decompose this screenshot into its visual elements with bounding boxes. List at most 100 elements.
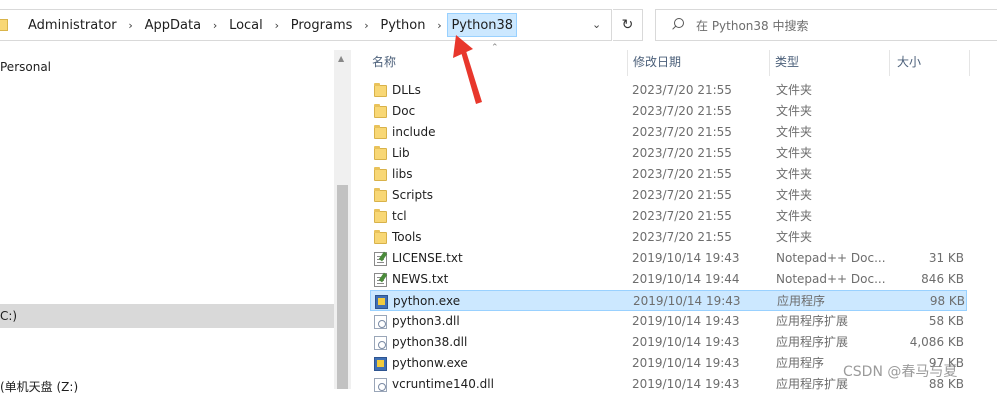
folder-icon [374,83,387,97]
file-size: 4,086 KB [909,335,964,349]
file-type: 应用程序扩展 [776,335,849,349]
file-name: python38.dll [392,335,468,349]
refresh-button[interactable]: ↻ [613,9,643,41]
column-divider[interactable] [969,50,970,76]
dll-icon [374,378,387,392]
search-placeholder[interactable]: 在 Python38 中搜索 [696,17,809,34]
file-row[interactable]: NEWS.txt 2019/10/14 19:44 Notepad++ Doc...… [370,269,967,290]
chevron-down-icon[interactable]: ⌄ [592,18,601,31]
chevron-right-icon[interactable]: › [207,19,223,32]
file-type: 应用程序 [777,294,826,308]
file-row[interactable]: DLLs 2023/7/20 21:55 文件夹 [370,80,967,101]
chevron-right-icon[interactable]: › [269,19,285,32]
breadcrumb-administrator[interactable]: Administrator [22,18,123,33]
file-type: 文件夹 [776,83,813,97]
file-name: python.exe [393,294,461,308]
file-type: 应用程序扩展 [776,377,849,391]
file-name: python3.dll [392,314,460,328]
file-date: 2023/7/20 21:55 [632,209,732,223]
file-row[interactable]: Lib 2023/7/20 21:55 文件夹 [370,143,967,164]
file-date: 2019/10/14 19:43 [632,377,740,391]
folder-icon [0,19,8,31]
file-size: 98 KB [929,294,965,308]
file-name: LICENSE.txt [392,251,463,265]
file-type: 文件夹 [776,146,813,160]
file-row[interactable]: python3.dll 2019/10/14 19:43 应用程序扩展 58 KB [370,311,967,332]
column-header-name[interactable]: 名称 [372,50,396,76]
file-name: pythonw.exe [392,356,468,370]
breadcrumb-python[interactable]: Python [374,18,431,33]
file-type: Notepad++ Doc... [776,251,886,265]
file-row[interactable]: python38.dll 2019/10/14 19:43 应用程序扩展 4,086 … [370,332,967,353]
file-date: 2023/7/20 21:55 [632,83,732,97]
file-row[interactable]: LICENSE.txt 2019/10/14 19:43 Notepad++ Doc… [370,248,967,269]
chevron-right-icon[interactable]: › [431,19,447,32]
folder-icon [374,167,387,181]
folder-icon [374,230,387,244]
navigation-pane: Personal C:) (单机天盘 (Z:) [0,50,334,394]
file-row[interactable]: libs 2023/7/20 21:55 文件夹 [370,164,967,185]
file-name: Lib [392,146,410,160]
nav-item-personal[interactable]: Personal [0,60,51,74]
file-date: 2019/10/14 19:43 [632,251,740,265]
file-type: Notepad++ Doc... [776,272,886,286]
file-name: Tools [392,230,422,244]
nav-scrollbar-thumb[interactable] [337,185,348,389]
file-date: 2019/10/14 19:43 [632,314,740,328]
search-box[interactable]: 在 Python38 中搜索 [655,9,997,41]
file-row[interactable]: python.exe 2019/10/14 19:43 应用程序 98 KB [370,290,967,311]
file-date: 2023/7/20 21:55 [632,230,732,244]
file-type: 文件夹 [776,104,813,118]
nav-item-drive-c[interactable]: C:) [0,304,334,328]
file-row[interactable]: include 2023/7/20 21:55 文件夹 [370,122,967,143]
nav-item-drive-z[interactable]: (单机天盘 (Z:) [0,378,78,395]
file-date: 2019/10/14 19:43 [632,335,740,349]
breadcrumb-local[interactable]: Local [223,18,269,33]
file-row[interactable]: Tools 2023/7/20 21:55 文件夹 [370,227,967,248]
file-name: include [392,125,436,139]
chevron-right-icon[interactable]: › [123,19,139,32]
breadcrumb-python38[interactable]: Python38 [447,13,518,37]
file-type: 文件夹 [776,167,813,181]
column-divider[interactable] [769,50,770,76]
file-row[interactable]: Scripts 2023/7/20 21:55 文件夹 [370,185,967,206]
file-row[interactable]: Doc 2023/7/20 21:55 文件夹 [370,101,967,122]
watermark: CSDN @春马与夏 [843,364,958,380]
folder-icon [374,188,387,202]
file-type: 文件夹 [776,209,813,223]
file-size: 31 KB [928,251,964,265]
column-header-type[interactable]: 类型 [775,50,799,76]
nav-scrollbar[interactable]: ▲ [334,50,351,389]
folder-icon [374,104,387,118]
file-list-scrollbar[interactable] [981,50,997,389]
column-divider[interactable] [889,50,890,76]
text-file-icon [374,252,387,266]
exe-icon [374,357,387,371]
file-date: 2023/7/20 21:55 [632,146,732,160]
breadcrumb-programs[interactable]: Programs [285,18,359,33]
folder-icon [374,146,387,160]
file-type: 文件夹 [776,230,813,244]
scroll-up-icon[interactable]: ▲ [338,54,344,63]
file-type: 应用程序扩展 [776,314,849,328]
file-name: libs [392,167,413,181]
file-name: Doc [392,104,416,118]
file-name: DLLs [392,83,421,97]
file-date: 2023/7/20 21:55 [632,188,732,202]
column-header-size[interactable]: 大小 [897,50,921,76]
dll-icon [374,315,387,329]
column-header-date[interactable]: 修改日期 [633,50,681,76]
column-divider[interactable] [627,50,628,76]
chevron-right-icon[interactable]: › [358,19,374,32]
breadcrumb-appdata[interactable]: AppData [139,18,207,33]
file-list: ⌃ 名称 修改日期 类型 大小 DLLs 2023/7/20 21:55 文件夹 Do… [351,43,997,392]
file-size: 846 KB [921,272,964,286]
file-name: NEWS.txt [392,272,449,286]
file-row[interactable]: tcl 2023/7/20 21:55 文件夹 [370,206,967,227]
file-date: 2023/7/20 21:55 [632,104,732,118]
file-name: vcruntime140.dll [392,377,494,391]
search-icon [670,17,686,33]
file-date: 2019/10/14 19:43 [633,294,741,308]
address-bar[interactable]: Administrator › AppData › Local › Progra… [0,9,612,41]
folder-icon [374,209,387,223]
